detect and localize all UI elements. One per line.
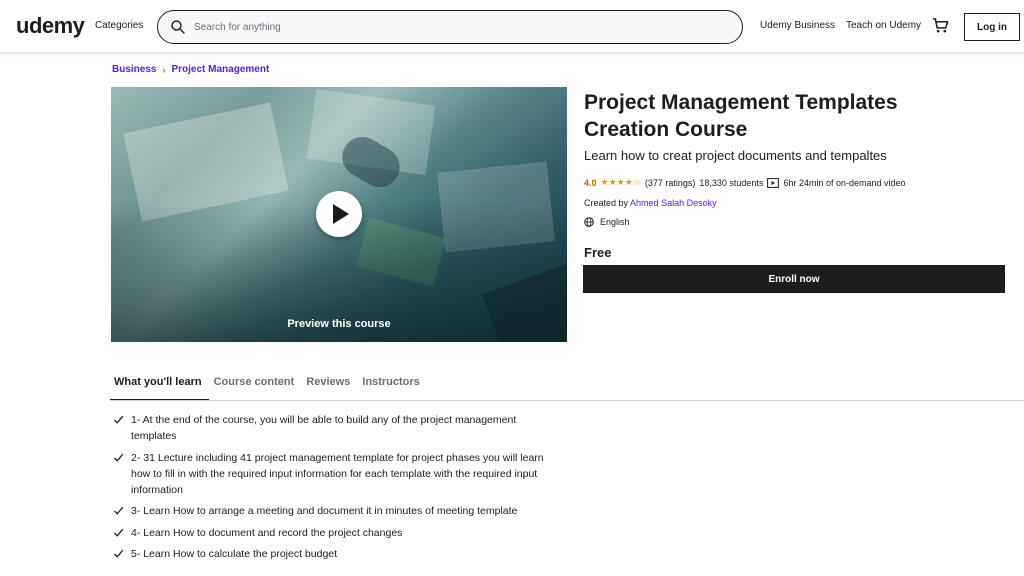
learn-item-text: 3- Learn How to arrange a meeting and do… bbox=[131, 505, 518, 518]
language-row: English bbox=[584, 217, 630, 227]
check-icon bbox=[114, 507, 124, 516]
tab-reviews[interactable]: Reviews bbox=[302, 366, 357, 401]
udemy-business-link[interactable]: Udemy Business bbox=[760, 20, 835, 31]
learn-item-text: 1- At the end of the course, you will be… bbox=[131, 414, 517, 443]
chevron-right-icon: › bbox=[162, 64, 166, 75]
list-item: 3- Learn How to arrange a meeting and do… bbox=[113, 503, 553, 519]
learn-item-text: 4- Learn How to document and record the … bbox=[131, 526, 403, 539]
list-item: 2- 31 Lecture including 41 project manag… bbox=[113, 450, 553, 499]
learn-list: 1- At the end of the course, you will be… bbox=[113, 412, 553, 567]
students-count: 18,330 students bbox=[699, 177, 764, 188]
check-icon bbox=[114, 415, 124, 424]
tabs-divider bbox=[110, 400, 1024, 401]
breadcrumb-item-project-management[interactable]: Project Management bbox=[171, 64, 269, 75]
created-by: Created by Ahmed Salah Desoky bbox=[584, 198, 717, 208]
search-icon[interactable] bbox=[170, 19, 186, 35]
course-subtitle: Learn how to creat project documents and… bbox=[584, 148, 887, 163]
course-price: Free bbox=[584, 245, 612, 260]
check-icon bbox=[114, 528, 124, 537]
check-icon bbox=[114, 549, 124, 558]
search-input[interactable] bbox=[194, 19, 714, 36]
enroll-now-button[interactable]: Enroll now bbox=[583, 265, 1005, 293]
video-icon bbox=[767, 177, 780, 188]
play-icon bbox=[333, 204, 349, 224]
tab-course-content[interactable]: Course content bbox=[210, 366, 302, 401]
learn-item-text: 2- 31 Lecture including 41 project manag… bbox=[131, 451, 544, 497]
cart-icon[interactable] bbox=[932, 17, 949, 34]
rating-row: 4.0 ★★★★☆ (377 ratings) 18,330 students … bbox=[584, 177, 906, 188]
breadcrumb-item-business[interactable]: Business bbox=[112, 64, 156, 75]
globe-icon bbox=[584, 217, 594, 227]
check-icon bbox=[114, 453, 124, 462]
play-button[interactable] bbox=[316, 191, 362, 237]
author-link[interactable]: Ahmed Salah Desoky bbox=[630, 198, 717, 208]
categories-link[interactable]: Categories bbox=[95, 20, 143, 31]
tab-what-youll-learn[interactable]: What you'll learn bbox=[110, 366, 209, 401]
language-label: English bbox=[600, 217, 630, 227]
breadcrumb: Business › Project Management bbox=[112, 64, 269, 75]
list-item: 5- Learn How to calculate the project bu… bbox=[113, 546, 553, 562]
course-preview[interactable]: Preview this course bbox=[111, 87, 567, 342]
tab-instructors[interactable]: Instructors bbox=[358, 366, 426, 401]
learn-item-text: 5- Learn How to calculate the project bu… bbox=[131, 548, 338, 561]
star-rating-icon: ★★★★☆ bbox=[600, 177, 641, 187]
rating-value: 4.0 bbox=[584, 177, 597, 188]
search-bar[interactable] bbox=[157, 10, 743, 44]
preview-label[interactable]: Preview this course bbox=[111, 318, 567, 330]
created-by-label: Created by bbox=[584, 198, 629, 208]
list-item: 1- At the end of the course, you will be… bbox=[113, 412, 553, 445]
ratings-count[interactable]: (377 ratings) bbox=[645, 178, 696, 188]
login-button[interactable]: Log in bbox=[964, 13, 1020, 41]
list-item: 4- Learn How to document and record the … bbox=[113, 525, 553, 541]
top-header: udemy Categories Udemy Business Teach on… bbox=[0, 0, 1024, 53]
udemy-logo[interactable]: udemy bbox=[16, 13, 85, 39]
course-tabs: What you'll learn Course content Reviews… bbox=[110, 366, 428, 401]
course-title: Project Management Templates Creation Co… bbox=[584, 91, 898, 141]
teach-on-udemy-link[interactable]: Teach on Udemy bbox=[846, 20, 921, 31]
video-duration: 6hr 24min of on-demand video bbox=[783, 177, 906, 188]
